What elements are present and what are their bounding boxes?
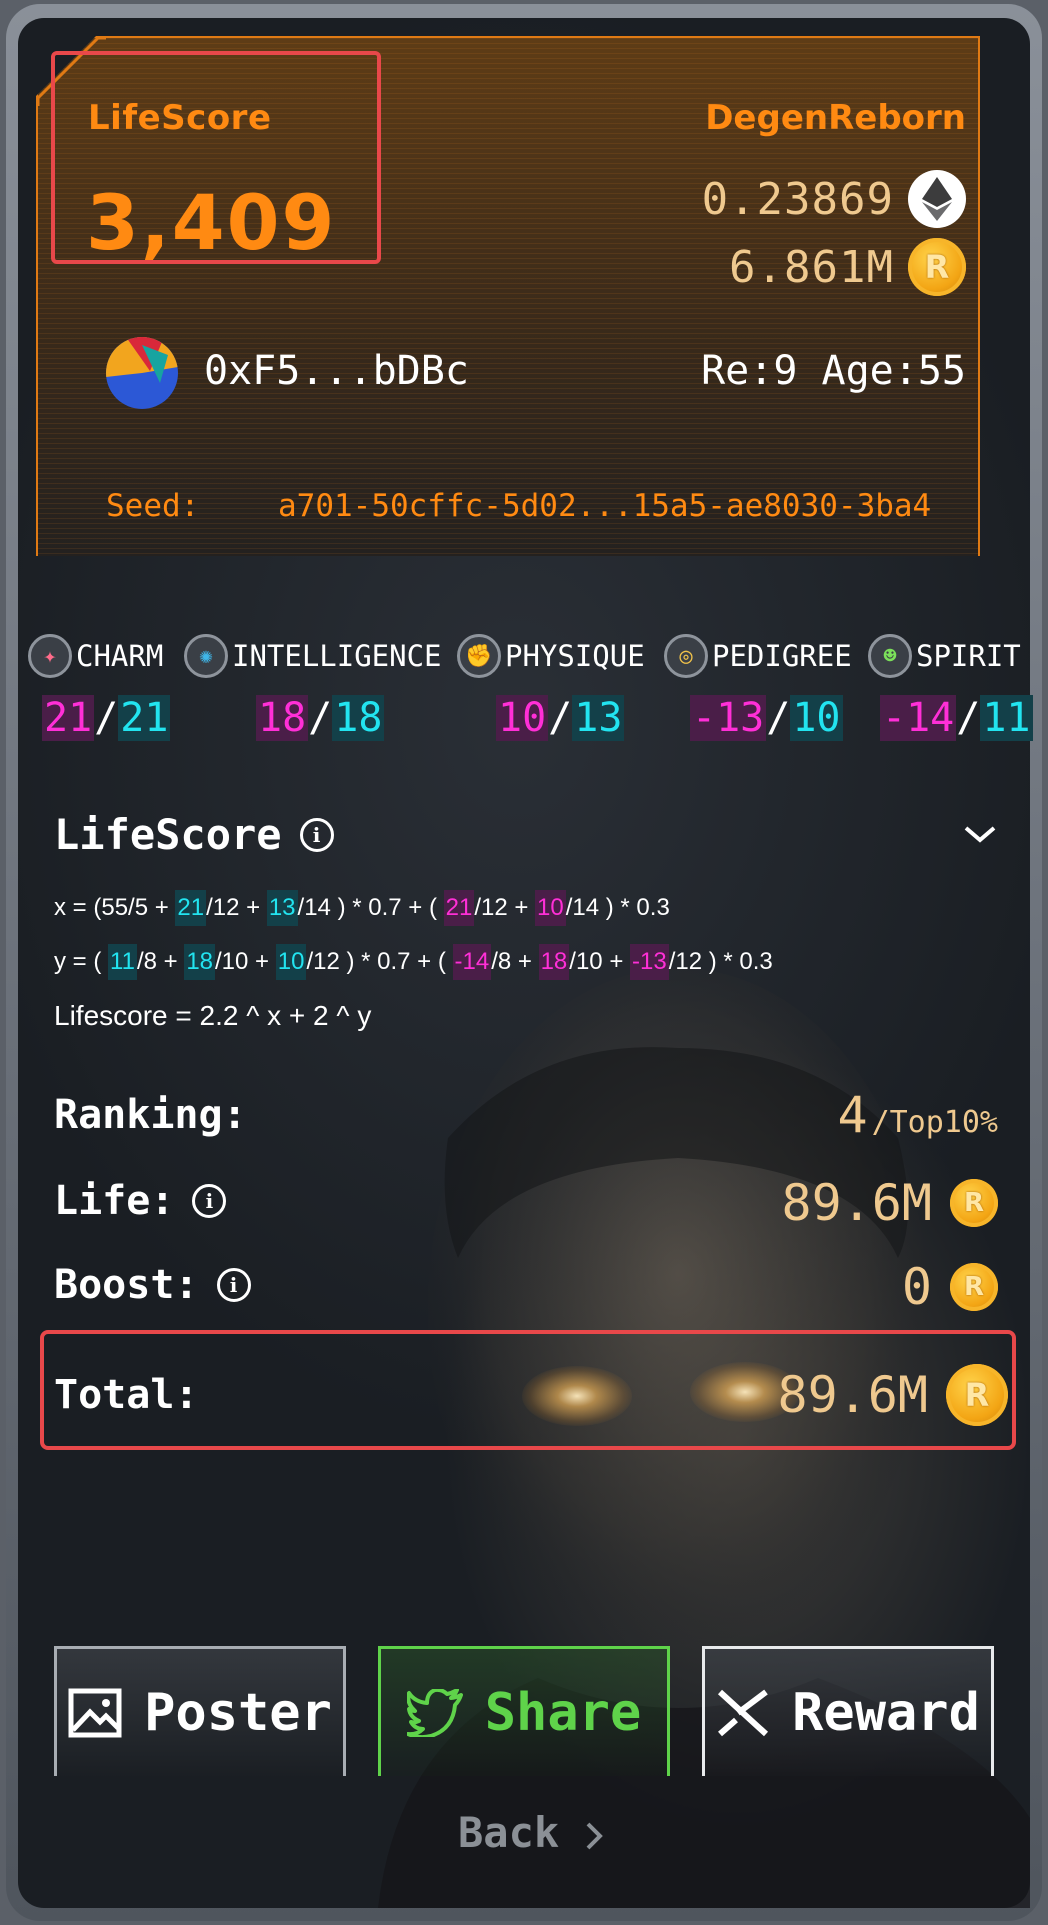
stat-spirit: ☻ SPIRIT — [868, 634, 1021, 678]
reborn-coin-icon: R — [946, 1364, 1008, 1426]
total-value: 89.6M R — [777, 1364, 1008, 1426]
info-icon[interactable]: i — [192, 1184, 227, 1218]
poster-button[interactable]: Poster — [54, 1646, 346, 1776]
reborn-balance-row: 6.861M R — [729, 238, 966, 296]
lifescore-label: LifeScore — [88, 98, 272, 138]
stat-pedigree: ◎ PEDIGREE — [664, 634, 852, 678]
reborn-balance: 6.861M — [729, 241, 894, 293]
life-value: 89.6M R — [781, 1174, 998, 1232]
physique-values: 10/13 — [496, 695, 625, 741]
muscle-icon: ✊ — [457, 634, 501, 678]
stat-charm: ✦ CHARM — [28, 634, 163, 678]
brain-icon: ✺ — [184, 634, 228, 678]
formula-y: y = ( 11/8 + 18/10 + 10/12 ) * 0.7 + ( -… — [54, 944, 773, 980]
smiley-icon: ☻ — [868, 634, 912, 678]
ranking-label: Ranking: — [54, 1092, 247, 1138]
x-logo-icon — [718, 1689, 769, 1736]
reward-button[interactable]: Reward — [702, 1646, 994, 1776]
seed-label: Seed: — [106, 488, 200, 524]
spirit-values: -14/11 — [880, 695, 1033, 741]
info-icon[interactable]: i — [216, 1268, 251, 1302]
sparkle-icon: ✦ — [28, 634, 72, 678]
total-label: Total: — [54, 1372, 199, 1418]
formula-title: LifeScore i — [54, 810, 334, 859]
twitter-icon — [406, 1688, 463, 1737]
formula-x: x = (55/5 + 21/12 + 13/14 ) * 0.7 + ( 21… — [54, 890, 670, 926]
eth-balance-row: 0.23869 — [702, 170, 966, 228]
seed-value: a701-50cffc-5d02...15a5-ae8030-3ba4 — [278, 488, 932, 524]
reborn-coin-icon: R — [950, 1179, 998, 1227]
reborn-coin-icon: R — [950, 1263, 998, 1311]
avatar — [106, 337, 178, 409]
image-icon — [68, 1688, 122, 1737]
intelligence-values: 18/18 — [256, 695, 385, 741]
coins-icon: ◎ — [664, 634, 708, 678]
reborn-coin-icon: R — [908, 238, 966, 296]
rebirth-age: Re:9 Age:55 — [701, 348, 966, 394]
info-icon[interactable]: i — [299, 817, 334, 852]
wallet-address: 0xF5...bDBc — [204, 348, 469, 394]
stat-intelligence: ✺ INTELLIGENCE — [184, 634, 442, 678]
life-label: Life: i — [54, 1178, 227, 1224]
eth-balance: 0.23869 — [701, 173, 894, 225]
boost-label: Boost: i — [54, 1262, 251, 1308]
chevron-down-icon[interactable] — [962, 820, 998, 850]
lifescore-formula: Lifescore = 2.2 ^ x + 2 ^ y — [54, 1000, 372, 1031]
stat-physique: ✊ PHYSIQUE — [457, 634, 645, 678]
boost-value: 0 R — [902, 1258, 998, 1316]
ethereum-icon — [908, 170, 966, 228]
chevron-right-icon — [587, 1822, 604, 1849]
back-link[interactable]: Back — [458, 1808, 606, 1857]
charm-values: 21/21 — [42, 695, 171, 741]
brand-name: DegenReborn — [705, 98, 966, 138]
share-button[interactable]: Share — [378, 1646, 670, 1776]
pedigree-values: -13/10 — [690, 695, 843, 741]
ranking-value: 4/Top10% — [837, 1086, 998, 1144]
lifescore-value: 3,409 — [86, 178, 337, 267]
